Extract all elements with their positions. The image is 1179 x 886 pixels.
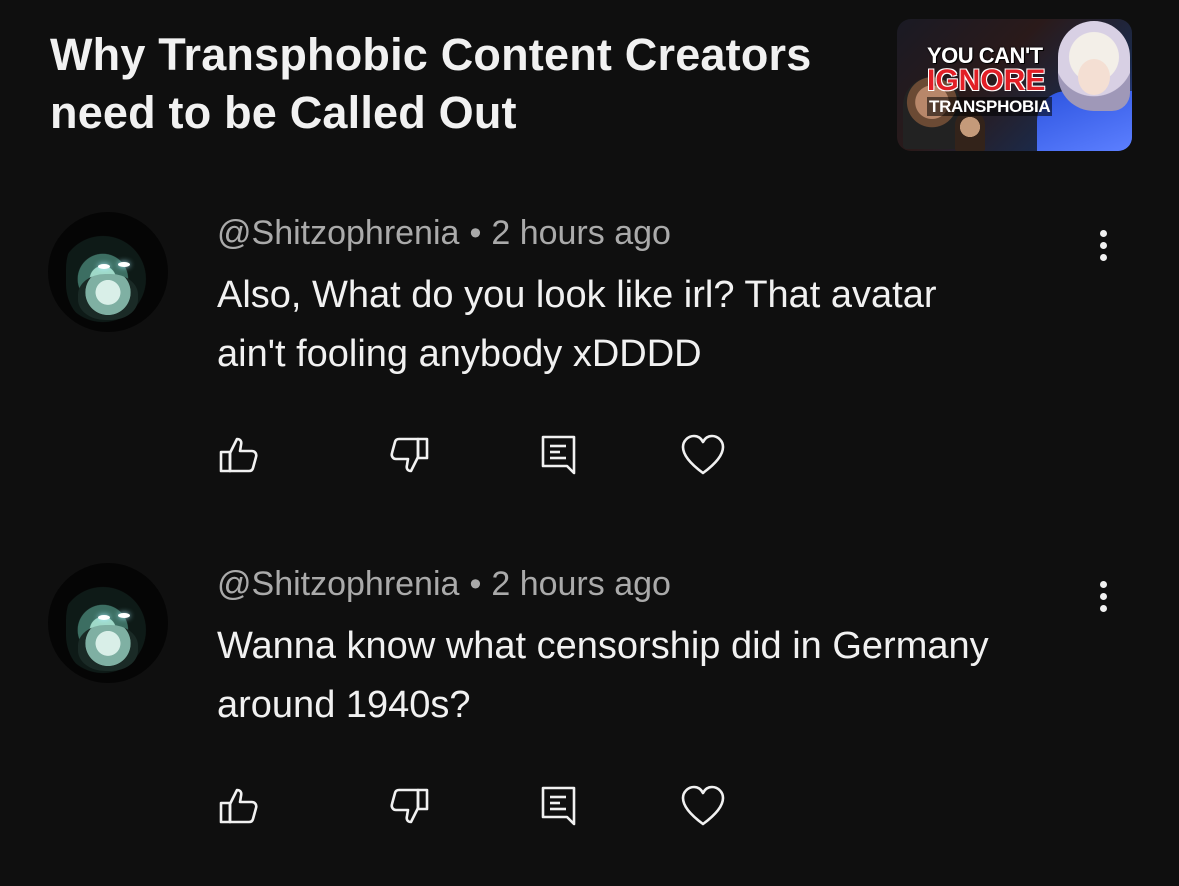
thumbnail-caption-line-2: IGNORE — [927, 64, 1046, 97]
dislike-button[interactable] — [386, 783, 432, 829]
avatar-eye — [118, 262, 130, 267]
comment-text-line-1: Wanna know what censorship did in German… — [217, 625, 989, 667]
avatar-eye — [98, 264, 110, 269]
avatar[interactable] — [48, 563, 168, 683]
avatar-hand — [78, 274, 138, 320]
comment-item-2: @Shitzophrenia • 2 hours ago Wanna know wh… — [0, 351, 1179, 826]
avatar[interactable] — [48, 212, 168, 332]
comment-author[interactable]: @Shitzophrenia — [217, 214, 459, 252]
more-vertical-icon[interactable] — [1088, 581, 1118, 621]
thumbs-down-icon — [390, 788, 429, 824]
comment-reply-icon — [541, 786, 576, 826]
reply-button[interactable] — [538, 783, 584, 829]
thumbnail-caption-line-3: TRANSPHOBIA — [927, 97, 1053, 116]
comment-author[interactable]: @Shitzophrenia — [217, 565, 459, 603]
comment-text: Wanna know what censorship did in German… — [217, 617, 1117, 735]
comment-text-line-2: around 1940s? — [217, 684, 471, 726]
comment-timestamp: 2 hours ago — [491, 214, 671, 252]
avatar-hand — [78, 625, 138, 671]
comment-actions — [0, 783, 1179, 843]
thumbnail-caption: YOU CAN'T IGNORE TRANSPHOBIA — [927, 45, 1053, 116]
heart-icon — [681, 785, 725, 826]
comment-meta: @Shitzophrenia • 2 hours ago — [217, 214, 671, 253]
comment-text-line-1: Also, What do you look like irl? That av… — [217, 274, 937, 316]
thumbs-up-icon — [219, 788, 258, 824]
meta-separator: • — [469, 214, 482, 252]
like-button[interactable] — [216, 783, 262, 829]
avatar-eye — [98, 615, 110, 620]
heart-button[interactable] — [680, 783, 726, 829]
comment-meta: @Shitzophrenia • 2 hours ago — [217, 565, 671, 604]
avatar-eye — [118, 613, 130, 618]
comment-timestamp: 2 hours ago — [491, 565, 671, 603]
meta-separator: • — [469, 565, 482, 603]
more-vertical-icon[interactable] — [1088, 230, 1118, 270]
